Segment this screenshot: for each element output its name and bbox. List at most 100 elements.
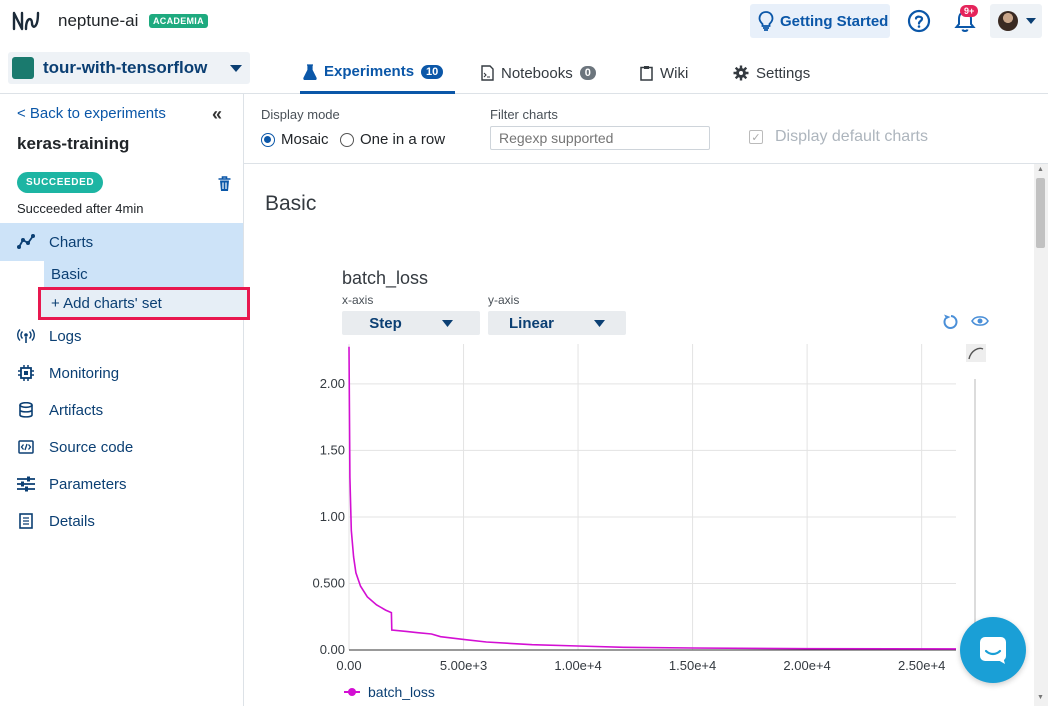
batch-loss-chart[interactable]: 0.00 0.500 1.00 1.50 2.00 0.00 5.00e+3 1.00e+4 1… — [244, 164, 1034, 684]
x-tick-label: 1.00e+4 — [554, 658, 601, 673]
sidebar-item-artifacts[interactable]: Artifacts — [0, 395, 243, 425]
radio-unselected-icon — [340, 132, 354, 147]
scrollbar-thumb[interactable] — [1036, 178, 1045, 248]
y-tick-label: 0.00 — [320, 642, 345, 657]
chat-support-button[interactable] — [960, 617, 1026, 683]
back-to-experiments-link[interactable]: < Back to experiments — [17, 105, 166, 122]
display-default-charts-label: Display default charts — [775, 128, 928, 145]
mode-option-label: One in a row — [360, 131, 446, 148]
tab-notebooks-label: Notebooks — [501, 64, 573, 82]
filter-charts-input[interactable] — [490, 126, 710, 150]
tab-experiments-count: 10 — [421, 64, 444, 79]
line-chart-icon — [17, 234, 35, 249]
x-tick-label: 2.00e+4 — [783, 658, 830, 673]
sidebar-item-label: Parameters — [49, 475, 127, 493]
top-bar: neptune-ai ACADEMIA Getting Started 9+ — [0, 0, 1048, 42]
chart-legend[interactable]: batch_loss — [344, 684, 435, 700]
sidebar-item-label: Source code — [49, 438, 134, 456]
tab-settings-label: Settings — [756, 64, 811, 82]
display-mode-label: Display mode — [261, 107, 340, 122]
x-tick-label: 2.50e+4 — [898, 658, 945, 673]
sidebar-item-monitoring[interactable]: Monitoring — [0, 358, 243, 388]
sidebar-item-charts[interactable]: Charts — [0, 223, 243, 261]
content-scrollbar[interactable]: ▲ ▼ — [1034, 164, 1048, 706]
project-bar: tour-with-tensorflow Experiments 10 Note… — [0, 42, 1048, 94]
y-tick-label: 2.00 — [320, 376, 345, 391]
code-icon — [18, 440, 34, 454]
scroll-down-icon[interactable]: ▼ — [1037, 694, 1044, 701]
help-button[interactable] — [902, 4, 936, 38]
chip-icon — [18, 365, 34, 381]
y-tick-label: 1.50 — [320, 442, 345, 457]
antenna-icon — [17, 329, 35, 343]
sidebar: < Back to experiments « keras-training S… — [0, 94, 250, 706]
lightbulb-icon — [758, 11, 774, 31]
getting-started-label: Getting Started — [780, 12, 889, 30]
tab-notebooks[interactable]: Notebooks 0 — [481, 52, 596, 94]
checkbox-icon: ✓ — [749, 130, 763, 144]
scroll-up-icon[interactable]: ▲ — [1037, 166, 1044, 173]
status-text: Succeeded after 4min — [17, 201, 144, 216]
x-tick-label: 0.00 — [336, 658, 361, 673]
mode-one-in-row-radio[interactable]: One in a row — [340, 131, 445, 148]
gear-icon — [733, 65, 749, 81]
add-charts-set-label: + Add charts' set — [51, 295, 162, 312]
caret-down-icon — [1026, 18, 1036, 24]
mode-option-label: Mosaic — [281, 131, 329, 148]
experiment-name: keras-training — [17, 134, 130, 153]
y-tick-label: 1.00 — [320, 509, 345, 524]
mode-mosaic-radio[interactable]: Mosaic — [261, 131, 329, 148]
tab-settings[interactable]: Settings — [733, 52, 810, 94]
sidebar-item-logs[interactable]: Logs — [0, 321, 243, 351]
tab-experiments[interactable]: Experiments 10 — [300, 52, 455, 94]
database-icon — [19, 402, 33, 418]
notifications-badge: 9+ — [960, 5, 979, 17]
sidebar-item-label: Monitoring — [49, 364, 120, 382]
charts-toolbar: Display mode Mosaic One in a row Filter … — [244, 94, 1048, 164]
sidebar-item-parameters[interactable]: Parameters — [0, 469, 243, 499]
chat-icon — [980, 637, 1006, 664]
user-menu[interactable] — [990, 4, 1042, 38]
sidebar-item-label: Charts — [49, 233, 94, 251]
series-line — [348, 346, 957, 650]
x-tick-label: 1.50e+4 — [669, 658, 716, 673]
add-charts-set-button[interactable]: + Add charts' set — [38, 287, 250, 320]
sidebar-subitem-basic[interactable]: Basic — [44, 261, 243, 287]
legend-marker — [344, 687, 360, 697]
legend-series-label: batch_loss — [368, 684, 435, 700]
project-color-swatch — [12, 57, 34, 79]
plan-badge: ACADEMIA — [149, 14, 208, 28]
help-icon — [907, 9, 931, 33]
getting-started-button[interactable]: Getting Started — [750, 4, 890, 38]
tab-notebooks-count: 0 — [579, 66, 596, 80]
project-selector[interactable]: tour-with-tensorflow — [8, 52, 250, 84]
trash-icon[interactable] — [218, 176, 231, 192]
status-badge: SUCCEEDED — [17, 172, 104, 193]
avatar — [998, 11, 1018, 31]
radio-selected-icon — [261, 132, 275, 147]
x-tick-label: 5.00e+3 — [440, 658, 487, 673]
tab-wiki[interactable]: Wiki — [640, 52, 688, 94]
neptune-logo-icon[interactable] — [12, 9, 42, 33]
sidebar-item-source-code[interactable]: Source code — [0, 432, 243, 462]
charts-content: Basic batch_loss x-axis y-axis Step Line… — [244, 164, 1034, 706]
sidebar-item-details[interactable]: Details — [0, 506, 243, 536]
brand-name[interactable]: neptune-ai — [58, 11, 138, 31]
clipboard-icon — [640, 66, 653, 81]
sidebar-subitem-label: Basic — [51, 265, 88, 283]
sidebar-item-label: Logs — [49, 327, 82, 345]
project-name: tour-with-tensorflow — [43, 58, 208, 77]
sidebar-item-label: Details — [49, 512, 95, 530]
tab-wiki-label: Wiki — [660, 64, 689, 82]
sliders-icon — [17, 476, 35, 492]
collapse-sidebar-icon[interactable]: « — [212, 104, 222, 125]
document-icon — [19, 513, 33, 529]
tab-experiments-label: Experiments — [324, 63, 415, 80]
sidebar-item-label: Artifacts — [49, 401, 104, 419]
display-default-charts-checkbox[interactable]: ✓ Display default charts — [749, 128, 928, 146]
y-tick-label: 0.500 — [312, 575, 345, 590]
flask-icon — [303, 63, 317, 80]
caret-down-icon — [230, 64, 242, 72]
filter-charts-label: Filter charts — [490, 107, 558, 122]
notebook-icon — [481, 65, 494, 81]
